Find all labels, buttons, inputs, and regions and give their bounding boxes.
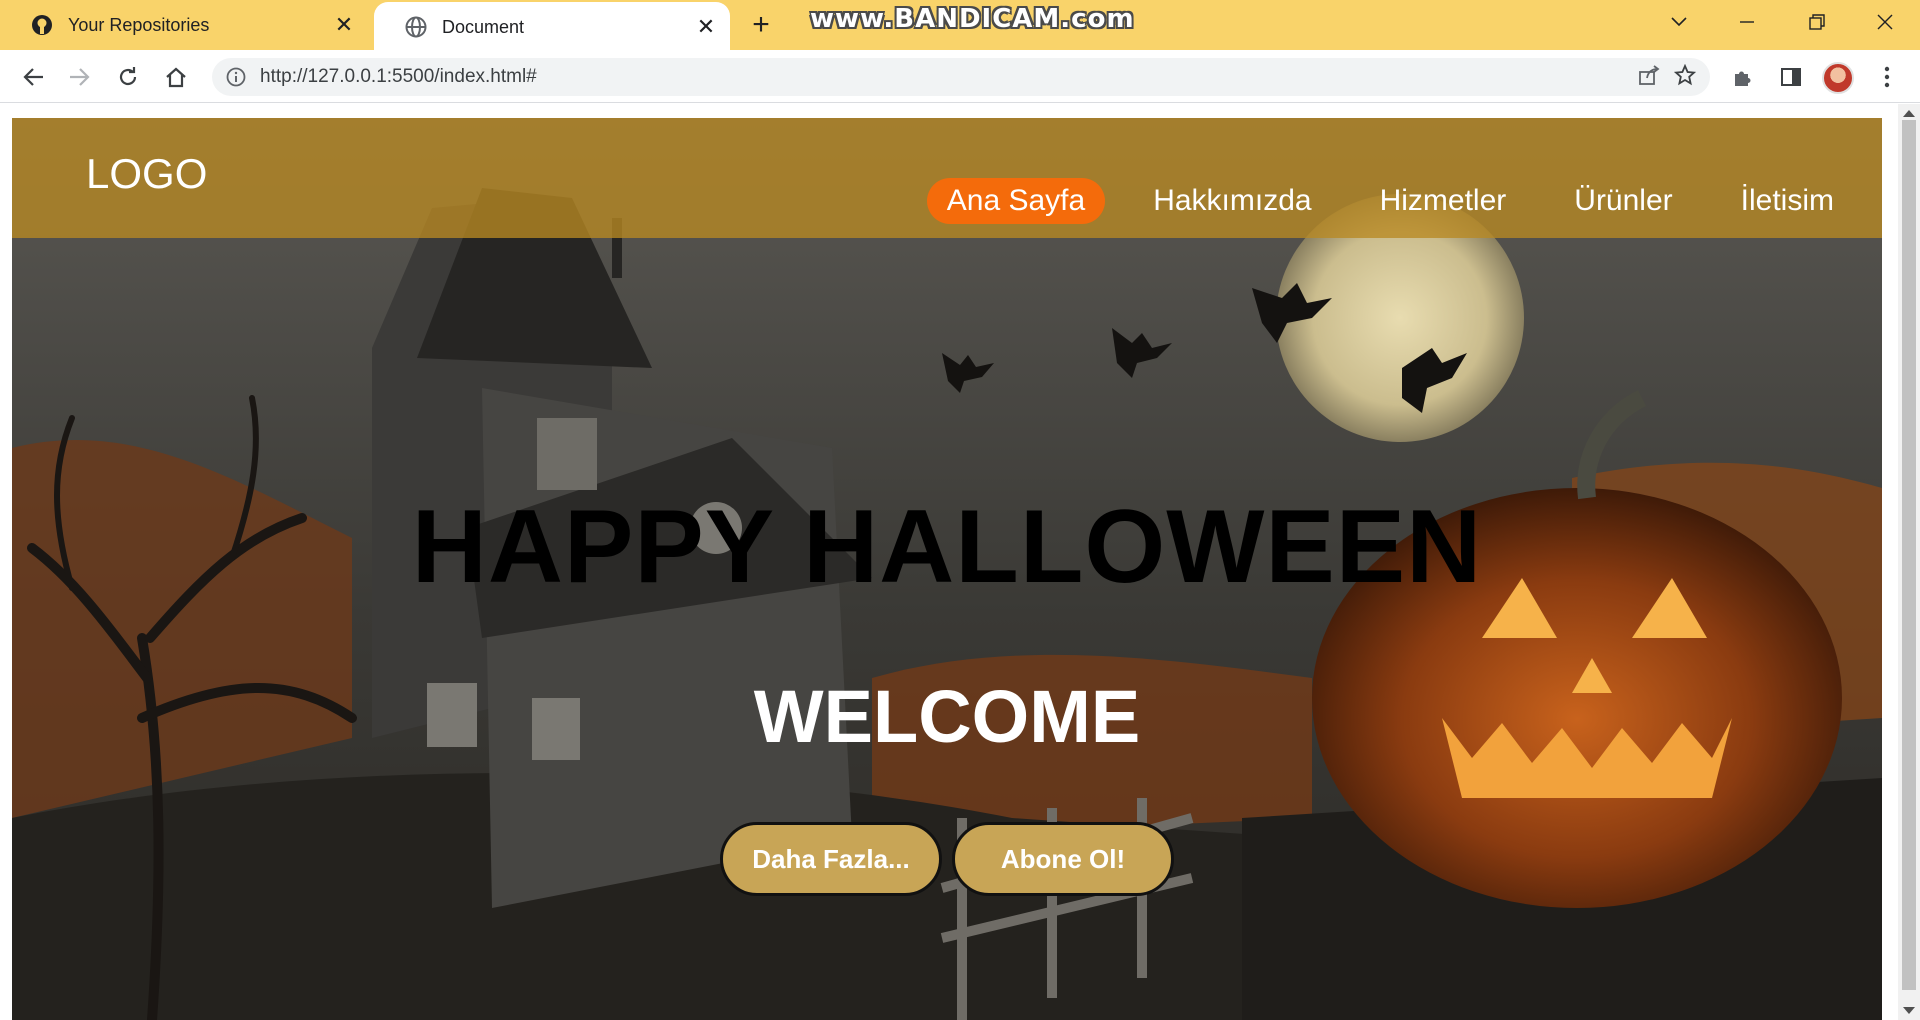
- hero-title: HAPPY HALLOWEEN: [411, 489, 1483, 605]
- scroll-down-arrow-icon[interactable]: [1903, 1007, 1915, 1014]
- new-tab-button[interactable]: +: [744, 8, 778, 42]
- nav-item-iletisim[interactable]: İletisim: [1721, 178, 1854, 224]
- site-header: LOGO Ana Sayfa Hakkımızda Hizmetler Ürün…: [12, 118, 1882, 238]
- side-panel-icon[interactable]: [1774, 60, 1808, 94]
- restore-button[interactable]: [1782, 0, 1852, 44]
- close-icon[interactable]: ✕: [330, 11, 358, 39]
- url-text[interactable]: http://127.0.0.1:5500/index.html#: [260, 66, 1638, 88]
- more-button[interactable]: Daha Fazla...: [720, 822, 942, 896]
- browser-tab-strip: Your Repositories ✕ Document ✕ + www.BAN…: [0, 0, 1920, 52]
- tab-search-chevron-icon[interactable]: [1644, 0, 1714, 44]
- vertical-scrollbar[interactable]: [1898, 104, 1920, 1020]
- back-button[interactable]: [15, 59, 51, 95]
- close-window-button[interactable]: [1850, 0, 1920, 44]
- scroll-up-arrow-icon[interactable]: [1903, 110, 1915, 117]
- hero-buttons: Daha Fazla... Abone Ol!: [12, 822, 1882, 896]
- globe-icon: [404, 15, 428, 39]
- nav-item-hizmetler[interactable]: Hizmetler: [1360, 178, 1527, 224]
- github-icon: [30, 13, 54, 37]
- hero-section: LOGO Ana Sayfa Hakkımızda Hizmetler Ürün…: [12, 118, 1882, 1020]
- share-icon[interactable]: [1638, 64, 1660, 91]
- subscribe-button[interactable]: Abone Ol!: [952, 822, 1174, 896]
- tab-your-repositories[interactable]: Your Repositories ✕: [0, 0, 368, 50]
- site-nav: Ana Sayfa Hakkımızda Hizmetler Ürünler İ…: [926, 178, 1882, 224]
- forward-button[interactable]: [62, 59, 98, 95]
- reload-button[interactable]: [110, 59, 146, 95]
- address-bar[interactable]: http://127.0.0.1:5500/index.html#: [212, 58, 1710, 96]
- bookmark-star-icon[interactable]: [1673, 63, 1697, 91]
- profile-avatar[interactable]: [1822, 62, 1854, 94]
- extensions-puzzle-icon[interactable]: [1726, 60, 1760, 94]
- minimize-button[interactable]: [1712, 0, 1782, 44]
- site-logo[interactable]: LOGO: [86, 150, 207, 198]
- hero-subtitle: WELCOME: [753, 675, 1141, 758]
- scrollbar-thumb[interactable]: [1902, 120, 1916, 990]
- bandicam-watermark: www.BANDICAM.com: [810, 4, 1135, 34]
- nav-item-urunler[interactable]: Ürünler: [1554, 178, 1692, 224]
- tab-title: Your Repositories: [68, 14, 210, 35]
- home-button[interactable]: [158, 59, 194, 95]
- menu-kebab-icon[interactable]: [1870, 60, 1904, 94]
- site-info-icon[interactable]: [212, 67, 260, 87]
- tab-document[interactable]: Document ✕: [374, 2, 730, 52]
- nav-item-ana-sayfa[interactable]: Ana Sayfa: [926, 178, 1106, 224]
- tab-title: Document: [442, 16, 525, 37]
- nav-item-hakkimizda[interactable]: Hakkımızda: [1133, 178, 1331, 224]
- close-icon[interactable]: ✕: [692, 13, 720, 41]
